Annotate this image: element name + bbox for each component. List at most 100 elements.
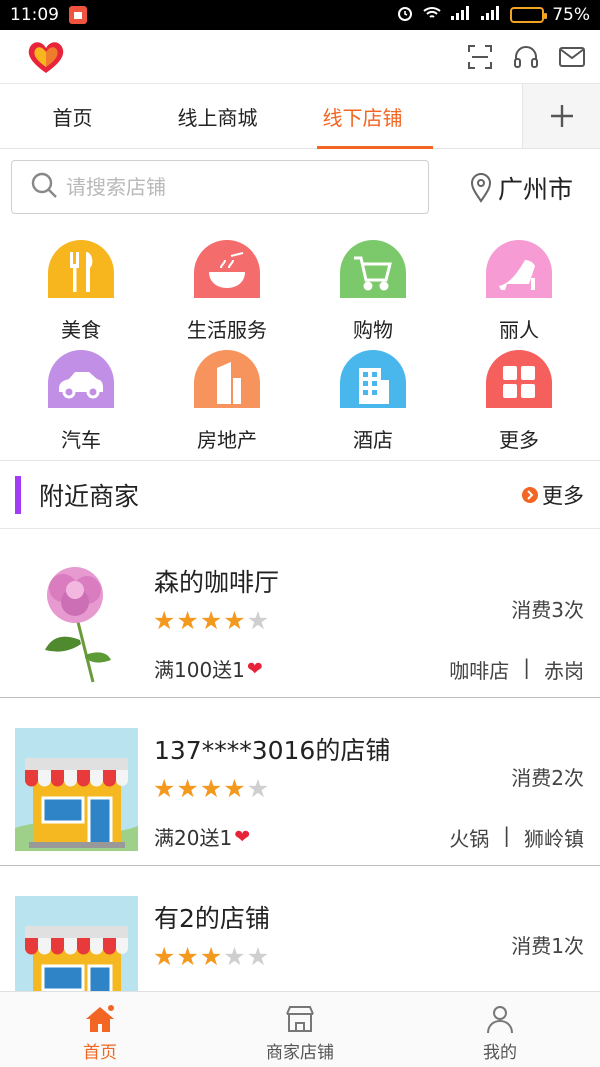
- star-filled-icon: ★: [153, 774, 176, 803]
- nearby-more-link[interactable]: 更多: [522, 480, 584, 510]
- category-label: 美食: [61, 318, 101, 342]
- app-logo: [24, 37, 68, 77]
- battery-percent: 75%: [552, 5, 590, 25]
- meta-separator: |: [523, 655, 530, 679]
- hotel-icon: [340, 350, 406, 408]
- flower-image: [45, 567, 111, 683]
- shop-card[interactable]: 137****3016的店铺 ★ ★ ★ ★ ★ 满20送1 ❤ 消费2次 火锅 | 狮岭…: [0, 698, 600, 866]
- mail-icon[interactable]: [558, 43, 586, 71]
- star-filled-icon: ★: [153, 942, 176, 971]
- search-box[interactable]: [11, 160, 429, 214]
- home-icon: [84, 1004, 116, 1034]
- shop-visit-count: 消费1次: [511, 934, 584, 958]
- tab-online-mall[interactable]: 线上商城: [145, 84, 290, 148]
- app-header: [0, 30, 600, 84]
- category-label: 丽人: [499, 318, 539, 342]
- heart-icon: ❤: [246, 657, 263, 680]
- search-icon: [30, 171, 58, 203]
- star-empty-icon: ★: [246, 942, 270, 971]
- shop-thumbnail: [15, 560, 138, 683]
- nav-profile[interactable]: 我的: [400, 992, 600, 1067]
- tab-offline-stores[interactable]: 线下店铺: [290, 84, 435, 149]
- nav-home[interactable]: 首页: [0, 992, 200, 1067]
- more-label: 更多: [542, 483, 584, 508]
- star-filled-icon: ★: [199, 942, 223, 971]
- shop-visit-count: 消费3次: [511, 598, 584, 622]
- storefront-image: [15, 728, 138, 851]
- shop-area: 赤岗: [544, 659, 584, 683]
- category-label: 更多: [499, 428, 539, 452]
- category-auto[interactable]: 汽车: [8, 350, 154, 460]
- shop-thumbnail: [15, 728, 138, 851]
- category-hotel[interactable]: 酒店: [300, 350, 446, 460]
- grid-icon: [486, 350, 552, 408]
- shop-rating: ★ ★ ★ ★ ★: [153, 944, 269, 969]
- shop-card[interactable]: 森的咖啡厅 ★ ★ ★ ★ ★ 满100送1 ❤ 消费3次 咖啡店 | 赤岗: [0, 530, 600, 698]
- search-input[interactable]: [66, 175, 396, 199]
- user-icon: [484, 1004, 516, 1034]
- headset-icon[interactable]: [512, 43, 540, 71]
- signal-icon: [450, 5, 472, 26]
- shop-name: 有2的店铺: [154, 904, 270, 933]
- shop-meta: 火锅 | 狮岭镇: [449, 823, 584, 852]
- city-label: 广州市: [498, 175, 574, 204]
- scan-icon[interactable]: [466, 43, 494, 71]
- notification-icon: [69, 6, 87, 24]
- nearby-title: 附近商家: [39, 481, 140, 511]
- top-tabs: 首页 线上商城 线下店铺: [0, 84, 600, 149]
- shop-rating: ★ ★ ★ ★ ★: [153, 776, 269, 801]
- shop-category: 咖啡店: [449, 659, 510, 683]
- star-filled-icon: ★: [153, 606, 176, 635]
- category-grid: 美食 生活服务 购物 丽人 汽车 房地产 酒店 更多: [0, 240, 600, 460]
- category-label: 购物: [353, 318, 393, 342]
- nav-label: 我的: [483, 1043, 517, 1063]
- nearby-header: 附近商家 更多: [0, 461, 600, 529]
- shop-name: 137****3016的店铺: [154, 736, 391, 765]
- category-label: 汽车: [61, 428, 101, 452]
- star-empty-icon: ★: [246, 774, 270, 803]
- signal-icon-2: [480, 5, 502, 26]
- category-beauty[interactable]: 丽人: [446, 240, 592, 350]
- nav-label: 商家店铺: [266, 1043, 334, 1063]
- star-empty-icon: ★: [246, 606, 270, 635]
- tab-home[interactable]: 首页: [0, 84, 145, 148]
- star-filled-icon: ★: [176, 774, 199, 803]
- promo-text: 满20送1: [154, 826, 233, 850]
- star-filled-icon: ★: [199, 606, 223, 635]
- high-heel-icon: [486, 240, 552, 298]
- status-time: 11:09: [10, 5, 59, 25]
- star-filled-icon: ★: [176, 942, 199, 971]
- status-bar: 11:09 75%: [0, 0, 600, 30]
- add-tab-button[interactable]: [522, 84, 600, 148]
- category-label: 酒店: [353, 428, 393, 452]
- category-food[interactable]: 美食: [8, 240, 154, 350]
- promo-text: 满100送1: [154, 658, 245, 682]
- category-shopping[interactable]: 购物: [300, 240, 446, 350]
- wifi-icon: [422, 5, 442, 26]
- category-more[interactable]: 更多: [446, 350, 592, 460]
- shop-promo: 满100送1 ❤: [154, 654, 263, 683]
- bottom-nav: 首页 商家店铺 我的: [0, 991, 600, 1067]
- star-filled-icon: ★: [223, 606, 246, 635]
- shop-meta: 咖啡店 | 赤岗: [449, 655, 584, 684]
- star-empty-icon: ★: [223, 942, 246, 971]
- bowl-icon: [194, 240, 260, 298]
- star-filled-icon: ★: [199, 774, 223, 803]
- fork-knife-icon: [48, 240, 114, 298]
- building-icon: [194, 350, 260, 408]
- star-filled-icon: ★: [176, 606, 199, 635]
- shop-category: 火锅: [449, 827, 490, 851]
- nav-merchant-stores[interactable]: 商家店铺: [200, 992, 400, 1067]
- shop-promo: 满20送1 ❤: [154, 822, 250, 851]
- cart-icon: [340, 240, 406, 298]
- shop-visit-count: 消费2次: [511, 766, 584, 790]
- section-accent-bar: [15, 475, 21, 514]
- category-label: 生活服务: [187, 318, 267, 342]
- battery-icon: [510, 7, 548, 23]
- city-selector[interactable]: 广州市: [470, 168, 573, 208]
- car-icon: [48, 350, 114, 408]
- star-filled-icon: ★: [223, 774, 246, 803]
- heart-icon: ❤: [234, 825, 251, 848]
- category-real-estate[interactable]: 房地产: [154, 350, 300, 460]
- category-life-services[interactable]: 生活服务: [154, 240, 300, 350]
